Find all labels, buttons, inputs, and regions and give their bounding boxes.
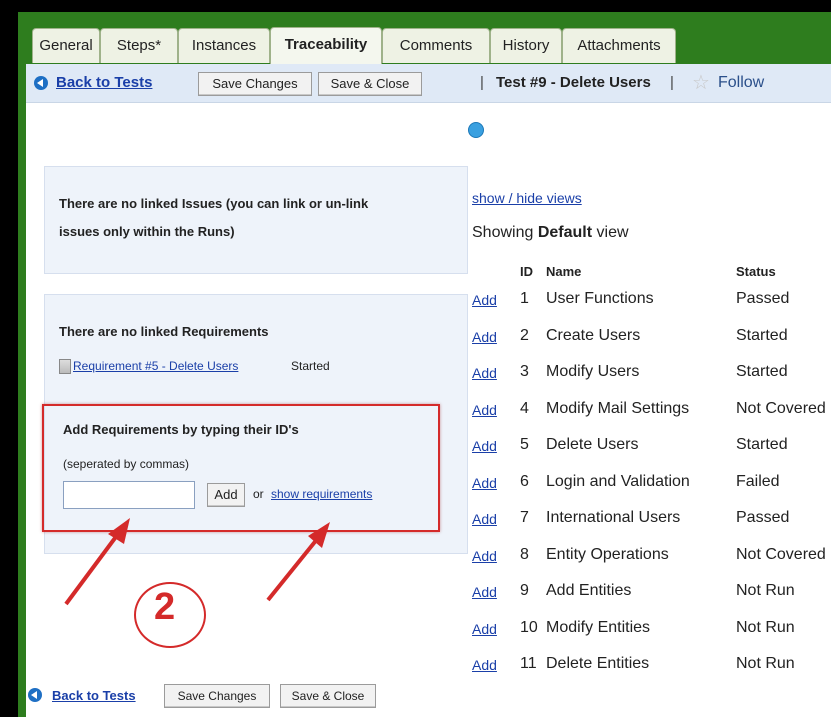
row-name: Login and Validation [546,473,690,490]
issues-line-1: There are no linked Issues (you can link… [59,196,369,211]
step-number: 2 [154,586,176,628]
row-add-link[interactable]: Add [472,329,497,345]
test-page: General Steps* Instances Traceability Co… [26,18,831,717]
row-status: Passed [736,290,790,307]
row-status: Not Run [736,582,795,599]
tab-steps[interactable]: Steps* [100,28,178,63]
row-status: Not Covered [736,400,826,417]
linked-issues-panel: There are no linked Issues (you can link… [44,166,468,274]
save-changes-button[interactable]: Save Changes [198,72,312,96]
save-close-button[interactable]: Save & Close [318,72,422,96]
row-name: Modify Mail Settings [546,400,690,417]
tab-instances[interactable]: Instances [178,28,270,63]
column-status: Status [736,264,776,279]
bottom-toolbar: Back to Tests Save Changes Save & Close [26,680,831,717]
row-name: Delete Entities [546,655,650,672]
arrow-to-input [64,532,120,606]
row-id: 7 [520,509,529,526]
row-status: Not Run [736,655,795,672]
column-name: Name [546,264,582,279]
row-add-link[interactable]: Add [472,621,497,637]
tab-comments[interactable]: Comments [382,28,490,63]
row-name: Delete Users [546,436,639,453]
row-name: Add Entities [546,582,632,599]
row-add-link[interactable]: Add [472,292,497,308]
showing-suffix: view [596,224,629,241]
save-close-button-bottom[interactable]: Save & Close [280,684,376,708]
requirement-icon [59,359,71,374]
row-status: Started [736,436,788,453]
back-arrow-icon [34,76,48,90]
row-id: 2 [520,327,529,344]
arrow-to-show-link [266,536,320,602]
issues-line-2: issues only within the Runs) [59,224,235,239]
tab-bar: General Steps* Instances Traceability Co… [26,18,831,64]
showing-prefix: Showing [472,224,534,241]
row-name: User Functions [546,290,654,307]
row-name: Create Users [546,327,641,344]
info-icon[interactable] [468,122,484,138]
row-status: Started [736,363,788,380]
row-id: 8 [520,546,529,563]
column-id: ID [520,264,533,279]
title-separator-right: | [670,74,674,91]
title-separator-left: | [480,74,484,91]
save-changes-button-bottom[interactable]: Save Changes [164,684,270,708]
requirement-link[interactable]: Requirement #5 - Delete Users [73,359,238,373]
row-id: 6 [520,473,529,490]
row-status: Not Covered [736,546,826,563]
row-id: 11 [520,655,537,672]
show-hide-views-link[interactable]: show / hide views [472,190,582,206]
requirement-status: Started [291,359,330,373]
row-status: Passed [736,509,790,526]
back-arrow-icon-bottom [28,688,42,702]
row-status: Failed [736,473,780,490]
tab-general[interactable]: General [32,28,100,63]
back-to-tests-link[interactable]: Back to Tests [56,74,152,91]
row-name: Entity Operations [546,546,669,563]
row-add-link[interactable]: Add [472,438,497,454]
tab-traceability[interactable]: Traceability [270,27,382,64]
row-add-link[interactable]: Add [472,511,497,527]
follow-star-icon[interactable]: ☆ [692,70,710,95]
annotation-arrows [64,518,330,606]
row-id: 4 [520,400,529,417]
tab-history[interactable]: History [490,28,562,63]
row-add-link[interactable]: Add [472,365,497,381]
row-add-link[interactable]: Add [472,657,497,673]
view-name: Default [537,224,593,241]
requirements-title: There are no linked Requirements [59,324,269,339]
test-title: Test #9 - Delete Users [496,74,651,91]
row-status: Started [736,327,788,344]
row-add-link[interactable]: Add [472,475,497,491]
row-status: Not Run [736,619,795,636]
row-name: International Users [546,509,681,526]
showing-view-text: Showing Default view [472,224,629,242]
row-name: Modify Entities [546,619,651,636]
row-id: 1 [520,290,529,307]
row-id: 9 [520,582,529,599]
row-id: 3 [520,363,529,380]
follow-link[interactable]: Follow [718,74,764,92]
row-id: 5 [520,436,529,453]
row-add-link[interactable]: Add [472,584,497,600]
row-add-link[interactable]: Add [472,402,497,418]
row-id: 10 [520,619,538,636]
top-toolbar: Back to Tests Save Changes Save & Close … [26,64,831,103]
row-add-link[interactable]: Add [472,548,497,564]
tab-attachments[interactable]: Attachments [562,28,676,63]
row-name: Modify Users [546,363,640,380]
back-to-tests-link-bottom[interactable]: Back to Tests [52,688,136,703]
